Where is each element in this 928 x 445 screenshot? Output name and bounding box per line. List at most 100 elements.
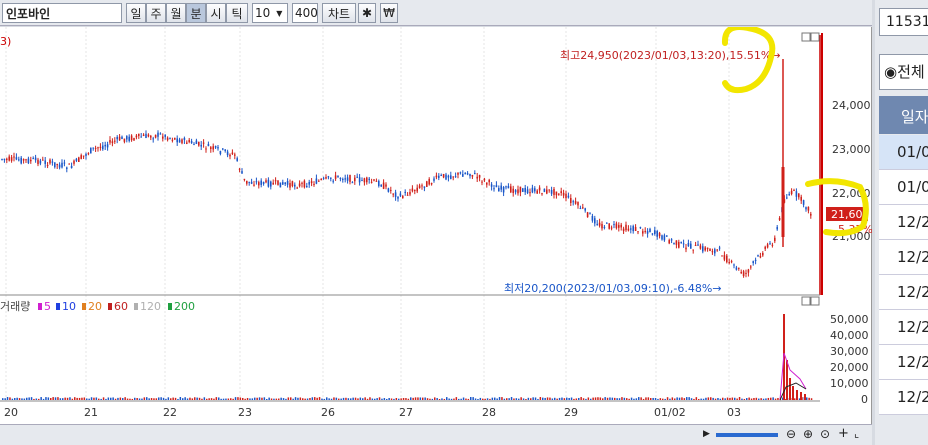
volume-bar (4, 398, 6, 400)
candle-body (166, 137, 169, 141)
candle-body (3, 158, 6, 160)
candle-body (409, 192, 411, 195)
volume-bar (9, 397, 11, 400)
volume-bar (129, 398, 131, 400)
volume-bar (371, 398, 374, 400)
candle-body (711, 251, 714, 253)
pane-minimize-icon[interactable] (801, 32, 811, 42)
zoom-reset-icon[interactable]: ⊙ (820, 427, 830, 441)
volume-bar (242, 397, 244, 400)
crosshair-icon[interactable]: + (838, 426, 849, 441)
candles (1, 59, 812, 278)
candle-body (250, 181, 253, 184)
volume-bar (117, 397, 119, 400)
date-row[interactable]: 12/2 (879, 310, 928, 345)
period-hour-button[interactable]: 시 (206, 3, 226, 23)
volume-bar (460, 398, 462, 400)
candle-body (553, 188, 555, 195)
volume-minimize-icon[interactable] (801, 296, 811, 306)
date-row[interactable]: 12/2 (879, 240, 928, 275)
candle-body (733, 264, 735, 266)
candle-body (222, 148, 224, 150)
date-row[interactable]: 12/2 (879, 205, 928, 240)
volume-bar (146, 397, 148, 400)
candle-body (186, 142, 188, 144)
chart-svg[interactable]: 3) 최고24,950(2023/01/03,13:20),15.51%→ 최저… (0, 27, 872, 445)
volume-bar (292, 398, 294, 400)
chart-button[interactable]: 차트 (322, 3, 356, 23)
candle-body (178, 139, 181, 143)
volume-bar (232, 398, 234, 400)
candle-body (70, 165, 73, 169)
volume-bar (155, 398, 158, 400)
volume-bar (542, 397, 544, 400)
period-tick-button[interactable]: 틱 (226, 3, 248, 23)
candle-body (668, 240, 670, 244)
volume-bar (102, 397, 105, 400)
volume-bar (321, 398, 323, 400)
period-month-button[interactable]: 월 (166, 3, 186, 23)
date-row[interactable]: 12/2 (879, 345, 928, 380)
zoom-in-icon[interactable]: ⊕ (803, 427, 813, 441)
stock-name-field[interactable]: 인포바인 (2, 3, 122, 23)
candle-body (320, 179, 322, 181)
scroll-slider[interactable] (716, 433, 778, 437)
volume-bar (14, 398, 16, 400)
pane-close-icon[interactable] (810, 32, 820, 42)
candle-body (740, 271, 742, 274)
count-input[interactable]: 400 (292, 3, 318, 23)
all-radio[interactable]: ◉전체 (879, 54, 928, 90)
candle-body (519, 186, 522, 193)
chart-panel[interactable]: 3) 최고24,950(2023/01/03,13:20),15.51%→ 최저… (0, 27, 872, 445)
candle-body (541, 193, 543, 195)
volume-bar (244, 398, 246, 400)
volume-bar (42, 398, 45, 400)
volume-bar (664, 398, 666, 400)
scroll-left-icon[interactable]: ▶ (703, 429, 710, 439)
candle-body (181, 139, 183, 144)
cursor-icon[interactable]: ⌞ (854, 427, 859, 440)
candle-body (526, 189, 529, 194)
volume-bar (789, 378, 791, 400)
volume-bar (304, 398, 306, 400)
volume-bar (362, 398, 364, 400)
interval-select[interactable]: 10 ▼ (252, 3, 288, 23)
volume-bar (746, 398, 748, 400)
volume-bar (64, 397, 66, 400)
grid-lines (5, 27, 730, 401)
candle-body (637, 231, 639, 233)
zoom-out-icon[interactable]: ⊖ (786, 427, 796, 441)
candle-body (558, 193, 560, 195)
volume-bar (131, 398, 134, 400)
candle-body (217, 147, 219, 149)
date-row[interactable]: 12/2 (879, 380, 928, 415)
candle-body (130, 135, 133, 141)
currency-button[interactable]: ₩ (380, 3, 398, 23)
period-day-button[interactable]: 일 (126, 3, 146, 23)
volume-bar (592, 397, 594, 400)
volume-bar (198, 397, 201, 400)
candle-body (44, 160, 46, 164)
volume-bar (724, 398, 726, 400)
candle-body (375, 180, 378, 182)
x-axis-label: 20 (4, 406, 18, 419)
volume-bar (11, 398, 14, 400)
volume-bar (311, 397, 314, 400)
volume-bar (729, 397, 731, 400)
period-week-button[interactable]: 주 (146, 3, 166, 23)
candle-body (440, 174, 442, 176)
legend-label: 5 (44, 300, 51, 313)
volume-bar (357, 398, 359, 400)
volume-bar (707, 397, 710, 400)
date-row[interactable]: 01/0 (879, 170, 928, 205)
date-row[interactable]: 12/2 (879, 275, 928, 310)
volume-close-icon[interactable] (810, 296, 820, 306)
volume-legend: 5 10 20 60 120 200 (38, 300, 195, 313)
candle-body (426, 181, 428, 187)
settings-gear-button[interactable]: ✱ (358, 3, 376, 23)
stock-code-input[interactable]: 11531 (879, 8, 928, 36)
volume-bar (472, 397, 474, 400)
period-minute-button[interactable]: 분 (186, 3, 206, 23)
date-row[interactable]: 01/0 (879, 135, 928, 170)
candle-body (15, 157, 18, 160)
